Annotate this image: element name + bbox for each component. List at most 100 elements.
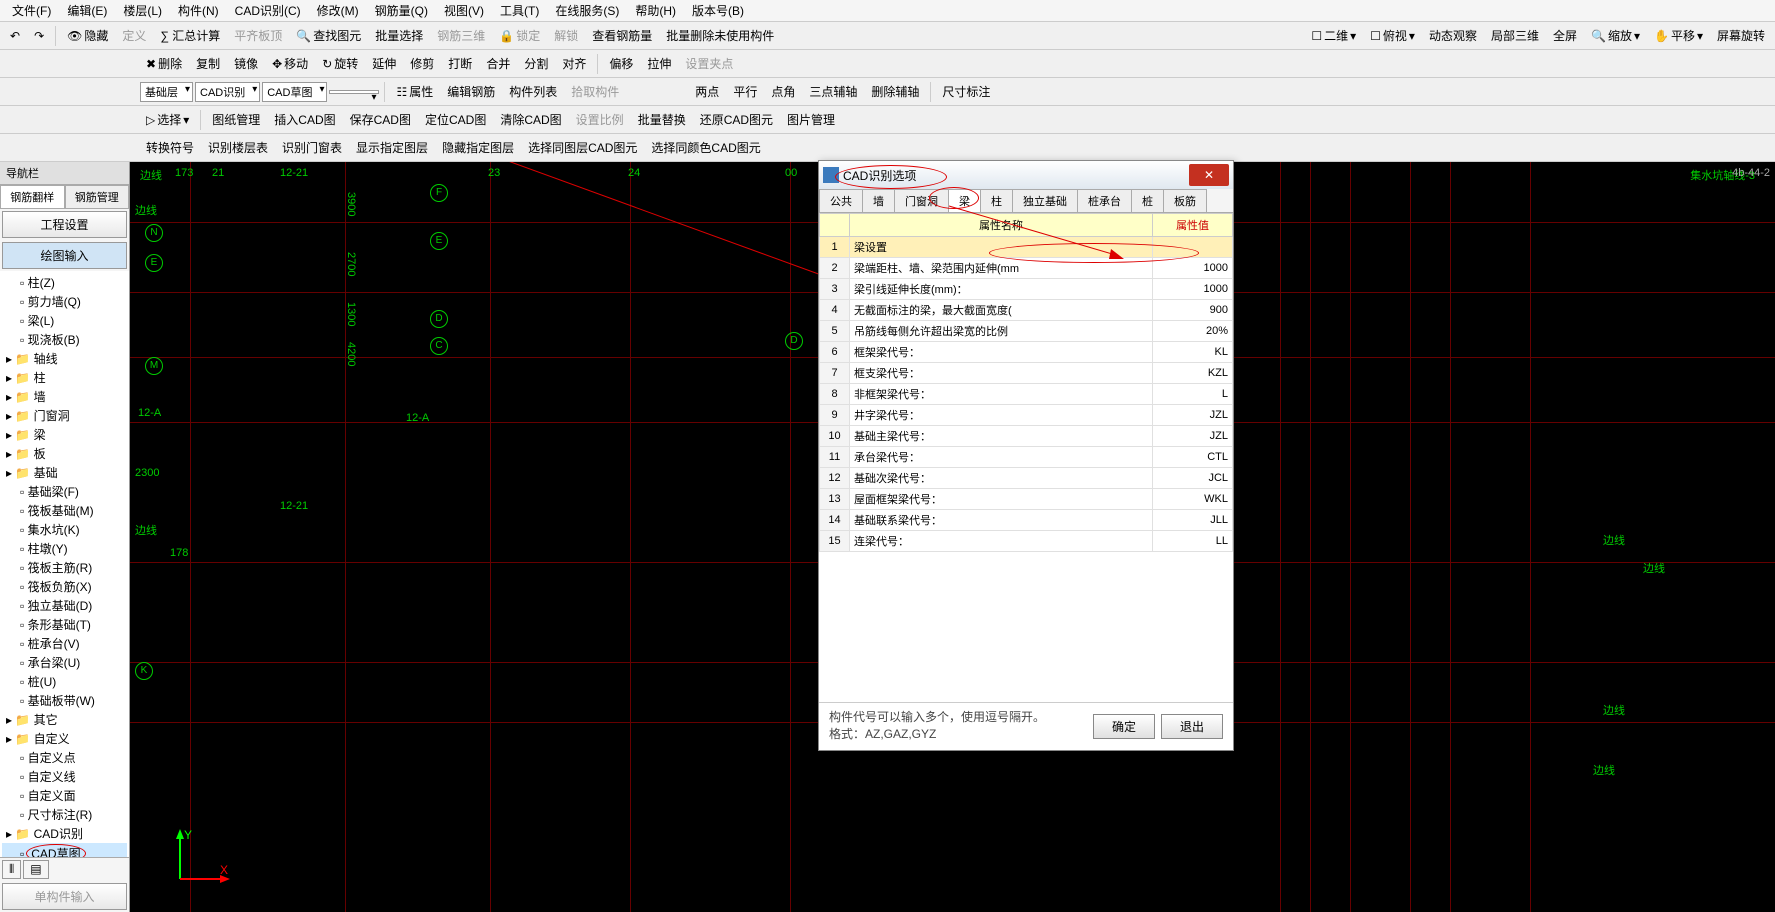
tb-grip[interactable]: 设置夹点 (679, 53, 739, 74)
tb-trim[interactable]: 修剪 (404, 53, 440, 74)
tb-3d[interactable]: 钢筋三维 (431, 25, 491, 46)
dialog-tab[interactable]: 桩 (1131, 189, 1164, 212)
close-icon[interactable]: ✕ (1189, 164, 1229, 186)
tree-item[interactable]: ▫ 自定义点 (2, 748, 127, 767)
prop-name[interactable]: 基础主梁代号： (850, 426, 1153, 447)
combo-cad1[interactable]: CAD识别 (195, 82, 260, 102)
nav-tree[interactable]: ▫ 柱(Z)▫ 剪力墙(Q)▫ 梁(L)▫ 现浇板(B)▸ 📁 轴线▸ 📁 柱▸… (0, 271, 129, 857)
tree-item[interactable]: ▫ 剪力墙(Q) (2, 292, 127, 311)
menu-view[interactable]: 视图(V) (436, 0, 492, 21)
nav-tab-2[interactable]: 钢筋管理 (65, 185, 130, 209)
combo-cad2[interactable]: CAD草图 (262, 82, 327, 102)
tree-item[interactable]: ▸ 📁 CAD识别 (2, 824, 127, 843)
tb-pan[interactable]: ✋ 平移 ▾ (1648, 25, 1709, 46)
menu-help[interactable]: 帮助(H) (627, 0, 684, 21)
tb-copy[interactable]: 复制 (190, 53, 226, 74)
ok-button[interactable]: 确定 (1093, 714, 1155, 739)
tb-hide-layer[interactable]: 隐藏指定图层 (436, 137, 520, 158)
tb-full[interactable]: 全屏 (1547, 25, 1583, 46)
prop-name[interactable]: 梁设置 (850, 237, 1153, 258)
tb-merge[interactable]: 合并 (480, 53, 516, 74)
tree-item[interactable]: ▫ 柱墩(Y) (2, 539, 127, 558)
redo-icon[interactable]: ↷ (28, 27, 50, 45)
tb-align[interactable]: 对齐 (556, 53, 592, 74)
tb-3pt[interactable]: 三点辅轴 (803, 81, 863, 102)
dialog-tab[interactable]: 墙 (862, 189, 895, 212)
prop-value[interactable]: 900 (1153, 300, 1233, 321)
tb-move[interactable]: ✥ 移动 (266, 53, 314, 74)
dialog-tab[interactable]: 独立基础 (1012, 189, 1078, 212)
combo-empty[interactable] (329, 90, 379, 94)
prop-name[interactable]: 屋面框架梁代号： (850, 489, 1153, 510)
tree-item[interactable]: ▫ 自定义线 (2, 767, 127, 786)
tb-convert[interactable]: 转换符号 (140, 137, 200, 158)
tb-batch-repl[interactable]: 批量替换 (632, 109, 692, 130)
tree-item[interactable]: ▸ 📁 墙 (2, 387, 127, 406)
prop-name[interactable]: 无截面标注的梁，最大截面宽度( (850, 300, 1153, 321)
tb-offset[interactable]: 偏移 (603, 53, 639, 74)
tb-pick[interactable]: 拾取构件 (565, 81, 625, 102)
tb-comp-list[interactable]: 构件列表 (503, 81, 563, 102)
tb-extend[interactable]: 延伸 (366, 53, 402, 74)
tb-set-scale[interactable]: 设置比例 (570, 109, 630, 130)
prop-name[interactable]: 连梁代号： (850, 531, 1153, 552)
tb-flat[interactable]: 平齐板顶 (228, 25, 288, 46)
tree-item[interactable]: ▫ 柱(Z) (2, 273, 127, 292)
prop-value[interactable] (1153, 237, 1233, 258)
tb-ident-door[interactable]: 识别门窗表 (276, 137, 348, 158)
tb-2d[interactable]: ☐ 二维 ▾ (1305, 25, 1362, 46)
tree-item[interactable]: ▫ 基础梁(F) (2, 482, 127, 501)
tree-item[interactable]: ▫ 现浇板(B) (2, 330, 127, 349)
dialog-tab[interactable]: 桩承台 (1077, 189, 1132, 212)
dialog-tab[interactable]: 板筋 (1163, 189, 1207, 212)
cancel-button[interactable]: 退出 (1161, 714, 1223, 739)
prop-name[interactable]: 基础次梁代号： (850, 468, 1153, 489)
tb-unlock[interactable]: 解锁 (548, 25, 584, 46)
menu-cad[interactable]: CAD识别(C) (227, 0, 309, 21)
prop-value[interactable]: 1000 (1153, 258, 1233, 279)
tree-item[interactable]: ▫ 筏板负筋(X) (2, 577, 127, 596)
tb-batch-del[interactable]: 批量删除未使用构件 (660, 25, 780, 46)
tb-zoom[interactable]: 🔍 缩放 ▾ (1585, 25, 1646, 46)
tb-stretch[interactable]: 拉伸 (641, 53, 677, 74)
tb-define[interactable]: 定义 (116, 25, 152, 46)
tb-ptang[interactable]: 点角 (765, 81, 801, 102)
prop-value[interactable]: KZL (1153, 363, 1233, 384)
tree-tab-icon[interactable]: ⦀ (2, 860, 21, 879)
prop-value[interactable]: CTL (1153, 447, 1233, 468)
tb-edit-rebar[interactable]: 编辑钢筋 (441, 81, 501, 102)
tb-batch-sel[interactable]: 批量选择 (369, 25, 429, 46)
menu-edit[interactable]: 编辑(E) (59, 0, 115, 21)
prop-name[interactable]: 梁引线延伸长度(mm)： (850, 279, 1153, 300)
tb-dwg-mgr[interactable]: 图纸管理 (206, 109, 266, 130)
tree-item[interactable]: ▸ 📁 板 (2, 444, 127, 463)
dialog-tab[interactable]: 公共 (819, 189, 863, 212)
tree-item[interactable]: ▫ 筏板基础(M) (2, 501, 127, 520)
prop-name[interactable]: 非框架梁代号： (850, 384, 1153, 405)
tb-2pt[interactable]: 两点 (689, 81, 725, 102)
tb-local3d[interactable]: 局部三维 (1485, 25, 1545, 46)
tb-find[interactable]: 🔍 查找图元 (290, 25, 367, 46)
tb-sel-color[interactable]: 选择同颜色CAD图元 (645, 137, 766, 158)
prop-value[interactable]: JZL (1153, 405, 1233, 426)
tb-locate-cad[interactable]: 定位CAD图 (419, 109, 492, 130)
btn-draw-input[interactable]: 绘图输入 (2, 242, 127, 269)
menu-version[interactable]: 版本号(B) (684, 0, 752, 21)
prop-name[interactable]: 梁端距柱、墙、梁范围内延伸(mm (850, 258, 1153, 279)
tb-rotate[interactable]: 屏幕旋转 (1711, 25, 1771, 46)
dialog-tab[interactable]: 门窗洞 (894, 189, 949, 212)
tb-show-layer[interactable]: 显示指定图层 (350, 137, 434, 158)
menu-file[interactable]: 文件(F) (4, 0, 59, 21)
prop-value[interactable]: JLL (1153, 510, 1233, 531)
tb-sum[interactable]: ∑ 汇总计算 (154, 25, 226, 46)
tree-item[interactable]: ▫ 桩承台(V) (2, 634, 127, 653)
tree-item[interactable]: ▸ 📁 轴线 (2, 349, 127, 368)
tree-item[interactable]: ▸ 📁 自定义 (2, 729, 127, 748)
tree-item[interactable]: ▫ 条形基础(T) (2, 615, 127, 634)
tree-item[interactable]: ▫ 筏板主筋(R) (2, 558, 127, 577)
tb-select[interactable]: ▷ 选择 ▾ (140, 109, 195, 130)
tb-ident-floor[interactable]: 识别楼层表 (202, 137, 274, 158)
tb-parallel[interactable]: 平行 (727, 81, 763, 102)
dialog-tab[interactable]: 柱 (980, 189, 1013, 212)
btn-single[interactable]: 单构件输入 (2, 883, 127, 910)
